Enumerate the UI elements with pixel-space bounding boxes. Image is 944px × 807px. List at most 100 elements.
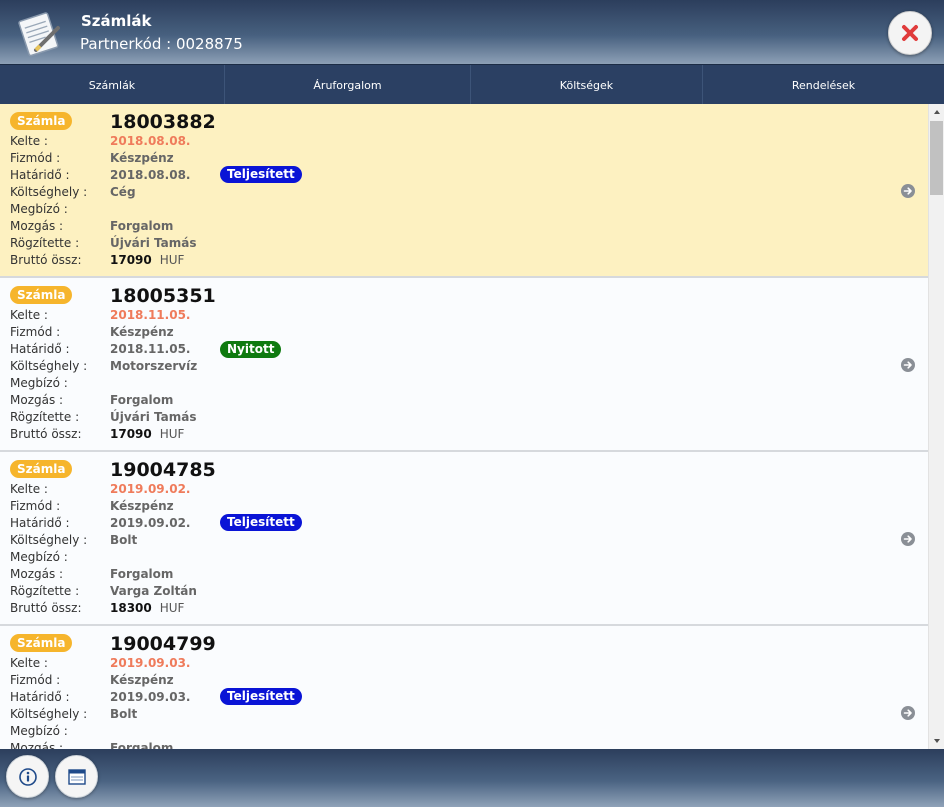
page-title: Számlák — [81, 12, 152, 30]
status-badge: Teljesített — [220, 514, 302, 531]
value-koltseghely: Bolt — [110, 533, 138, 547]
tab-aruforgalom[interactable]: Áruforgalom — [225, 65, 471, 105]
type-badge: Számla — [10, 460, 73, 478]
label-megbizo: Megbízó : — [10, 202, 68, 216]
label-koltseghely: Költséghely : — [10, 533, 88, 547]
label-kelte: Kelte : — [10, 308, 48, 322]
value-rogzitette: Varga Zoltán — [110, 584, 197, 598]
label-rogzitette: Rögzítette : — [10, 584, 80, 598]
value-fizmod: Készpénz — [110, 325, 174, 339]
label-fizmod: Fizmód : — [10, 151, 61, 165]
scroll-up-arrow-icon[interactable] — [929, 104, 944, 120]
value-brutto: 17090 HUF — [110, 427, 184, 441]
app-header: Számlák Partnerkód : 0028875 — [0, 0, 944, 64]
type-badge: Számla — [10, 634, 73, 652]
status-badge: Teljesített — [220, 166, 302, 183]
label-brutto: Bruttó össz: — [10, 253, 82, 267]
label-rogzitette: Rögzítette : — [10, 236, 80, 250]
invoice-card[interactable]: Számla 18003882 Kelte : 2018.08.08. Fizm… — [0, 104, 928, 278]
value-mozgas: Forgalom — [110, 219, 174, 233]
value-koltseghely: Cég — [110, 185, 136, 199]
arrow-right-circle-icon[interactable] — [901, 532, 915, 546]
scroll-thumb[interactable] — [930, 121, 943, 195]
label-megbizo: Megbízó : — [10, 724, 68, 738]
invoice-card[interactable]: Számla 18005351 Kelte : 2018.11.05. Fizm… — [0, 278, 928, 452]
label-brutto: Bruttó össz: — [10, 601, 82, 615]
invoice-list: Számla 18003882 Kelte : 2018.08.08. Fizm… — [0, 104, 928, 749]
info-button[interactable] — [6, 755, 49, 798]
invoice-number: 18003882 — [110, 111, 216, 133]
currency: HUF — [159, 601, 185, 615]
label-megbizo: Megbízó : — [10, 376, 68, 390]
label-koltseghely: Költséghely : — [10, 707, 88, 721]
brutto-amount: 17090 — [110, 427, 152, 441]
currency: HUF — [159, 427, 185, 441]
value-brutto: 18300 HUF — [110, 601, 184, 615]
label-hatarido: Határidő : — [10, 690, 70, 704]
type-badge: Számla — [10, 286, 73, 304]
tab-koltsegek[interactable]: Költségek — [471, 65, 703, 105]
label-mozgas: Mozgás : — [10, 393, 64, 407]
tab-rendelesek[interactable]: Rendelések — [703, 65, 944, 105]
label-hatarido: Határidő : — [10, 516, 70, 530]
value-kelte: 2018.08.08. — [110, 134, 191, 148]
invoice-number: 19004799 — [110, 633, 216, 655]
label-megbizo: Megbízó : — [10, 550, 68, 564]
status-badge: Nyitott — [220, 341, 282, 358]
currency: HUF — [159, 253, 185, 267]
brutto-amount: 17090 — [110, 253, 152, 267]
label-kelte: Kelte : — [10, 482, 48, 496]
value-fizmod: Készpénz — [110, 499, 174, 513]
value-kelte: 2019.09.03. — [110, 656, 191, 670]
value-mozgas: Forgalom — [110, 567, 174, 581]
value-brutto: 17090 HUF — [110, 253, 184, 267]
value-hatarido: 2018.08.08. — [110, 168, 191, 182]
label-mozgas: Mozgás : — [10, 567, 64, 581]
tab-bar: Számlák Áruforgalom Költségek Rendelések — [0, 64, 944, 105]
label-kelte: Kelte : — [10, 656, 48, 670]
value-rogzitette: Újvári Tamás — [110, 410, 197, 424]
arrow-right-circle-icon[interactable] — [901, 358, 915, 372]
arrow-right-circle-icon[interactable] — [901, 184, 915, 198]
label-kelte: Kelte : — [10, 134, 48, 148]
invoice-number: 18005351 — [110, 285, 216, 307]
value-hatarido: 2019.09.02. — [110, 516, 191, 530]
close-x-icon — [902, 25, 918, 41]
label-fizmod: Fizmód : — [10, 673, 61, 687]
label-brutto: Bruttó össz: — [10, 427, 82, 441]
status-badge: Teljesített — [220, 688, 302, 705]
tab-szamlak[interactable]: Számlák — [0, 65, 225, 105]
value-koltseghely: Bolt — [110, 707, 138, 721]
label-rogzitette: Rögzítette : — [10, 410, 80, 424]
value-mozgas: Forgalom — [110, 393, 174, 407]
value-fizmod: Készpénz — [110, 673, 174, 687]
info-icon — [18, 767, 37, 786]
invoice-number: 19004785 — [110, 459, 216, 481]
type-badge: Számla — [10, 112, 73, 130]
value-rogzitette: Újvári Tamás — [110, 236, 197, 250]
calendar-button[interactable] — [55, 755, 98, 798]
list-scrollbar[interactable] — [928, 104, 944, 749]
value-fizmod: Készpénz — [110, 151, 174, 165]
invoice-card[interactable]: Számla 19004785 Kelte : 2019.09.02. Fizm… — [0, 452, 928, 626]
app-footer — [0, 749, 944, 807]
notepad-pencil-icon — [18, 12, 60, 57]
value-kelte: 2019.09.02. — [110, 482, 191, 496]
arrow-right-circle-icon[interactable] — [901, 706, 915, 720]
calendar-icon — [67, 768, 86, 785]
value-hatarido: 2018.11.05. — [110, 342, 191, 356]
label-fizmod: Fizmód : — [10, 499, 61, 513]
invoice-card[interactable]: Számla 19004799 Kelte : 2019.09.03. Fizm… — [0, 626, 928, 749]
label-hatarido: Határidő : — [10, 168, 70, 182]
value-hatarido: 2019.09.03. — [110, 690, 191, 704]
brutto-amount: 18300 — [110, 601, 152, 615]
label-fizmod: Fizmód : — [10, 325, 61, 339]
label-hatarido: Határidő : — [10, 342, 70, 356]
value-kelte: 2018.11.05. — [110, 308, 191, 322]
partner-code: Partnerkód : 0028875 — [80, 35, 243, 53]
scroll-down-arrow-icon[interactable] — [929, 733, 944, 749]
close-button[interactable] — [888, 11, 932, 55]
label-koltseghely: Költséghely : — [10, 185, 88, 199]
value-koltseghely: Motorszervíz — [110, 359, 198, 373]
value-mozgas: Forgalom — [110, 741, 174, 749]
